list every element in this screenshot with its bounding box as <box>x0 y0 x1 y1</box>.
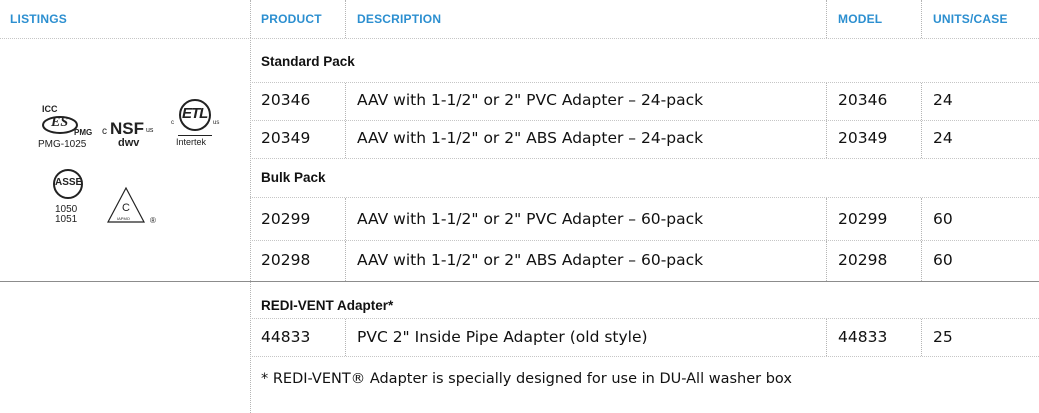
etl-rule <box>178 135 212 136</box>
cell-divider <box>826 198 827 240</box>
nsf-logo: c NSF us dwv <box>102 119 154 149</box>
group-rule <box>0 281 1039 282</box>
header-divider <box>826 0 827 38</box>
cell-divider <box>345 198 346 240</box>
header-description: DESCRIPTION <box>357 12 442 26</box>
cell-divider <box>826 241 827 281</box>
footnote: * REDI-VENT® Adapter is specially design… <box>261 371 792 387</box>
cell-divider <box>826 121 827 158</box>
cell-divider <box>921 241 922 281</box>
header-units-case: UNITS/CASE <box>933 12 1008 26</box>
cell-divider <box>345 83 346 120</box>
etl-intertek-logo: ETL c us Intertek <box>166 98 224 154</box>
asse-logo: ASSE 1050 1051 <box>52 168 92 236</box>
product-number: 20298 <box>261 251 311 269</box>
cell-divider <box>345 121 346 158</box>
product-number: 20349 <box>261 129 311 147</box>
cell-divider <box>345 319 346 356</box>
cell-divider <box>921 198 922 240</box>
product-number: 20299 <box>261 210 311 228</box>
units-per-case: 60 <box>933 251 953 269</box>
header-product: PRODUCT <box>261 12 322 26</box>
model-number: 20349 <box>838 129 888 147</box>
header-rule <box>0 38 1039 39</box>
cell-divider <box>826 319 827 356</box>
units-per-case: 60 <box>933 210 953 228</box>
icc-es-logo: ICC ES PMG PMG-1025 <box>38 104 93 150</box>
row-rule <box>250 356 1039 357</box>
units-per-case: 25 <box>933 328 953 346</box>
model-number: 20298 <box>838 251 888 269</box>
header-divider <box>921 0 922 38</box>
cell-divider <box>921 121 922 158</box>
section-title-standard: Standard Pack <box>261 54 355 69</box>
cell-divider <box>921 319 922 356</box>
row-rule <box>250 158 1039 159</box>
product-description: AAV with 1-1/2" or 2" ABS Adapter – 24-p… <box>357 129 704 147</box>
product-description: PVC 2" Inside Pipe Adapter (old style) <box>357 328 648 346</box>
product-number: 44833 <box>261 328 311 346</box>
cell-divider <box>921 83 922 120</box>
product-description: AAV with 1-1/2" or 2" PVC Adapter – 60-p… <box>357 210 704 228</box>
product-description: AAV with 1-1/2" or 2" ABS Adapter – 60-p… <box>357 251 704 269</box>
model-number: 44833 <box>838 328 888 346</box>
listing-logos: ICC ES PMG PMG-1025 c NSF us dwv ETL c u… <box>30 99 230 239</box>
header-divider <box>250 0 251 38</box>
product-number: 20346 <box>261 91 311 109</box>
units-per-case: 24 <box>933 129 953 147</box>
model-number: 20346 <box>838 91 888 109</box>
product-description: AAV with 1-1/2" or 2" PVC Adapter – 24-p… <box>357 91 704 109</box>
section-title-bulk: Bulk Pack <box>261 170 326 185</box>
iapmo-logo: C IAPMO ® <box>106 186 186 236</box>
cell-divider <box>345 241 346 281</box>
header-listings: LISTINGS <box>10 12 67 26</box>
header-model: MODEL <box>838 12 883 26</box>
section-title-adapter: REDI-VENT Adapter* <box>261 298 394 313</box>
units-per-case: 24 <box>933 91 953 109</box>
product-table: LISTINGS PRODUCT DESCRIPTION MODEL UNITS… <box>0 0 1039 413</box>
header-divider <box>345 0 346 38</box>
model-number: 20299 <box>838 210 888 228</box>
cell-divider <box>826 83 827 120</box>
